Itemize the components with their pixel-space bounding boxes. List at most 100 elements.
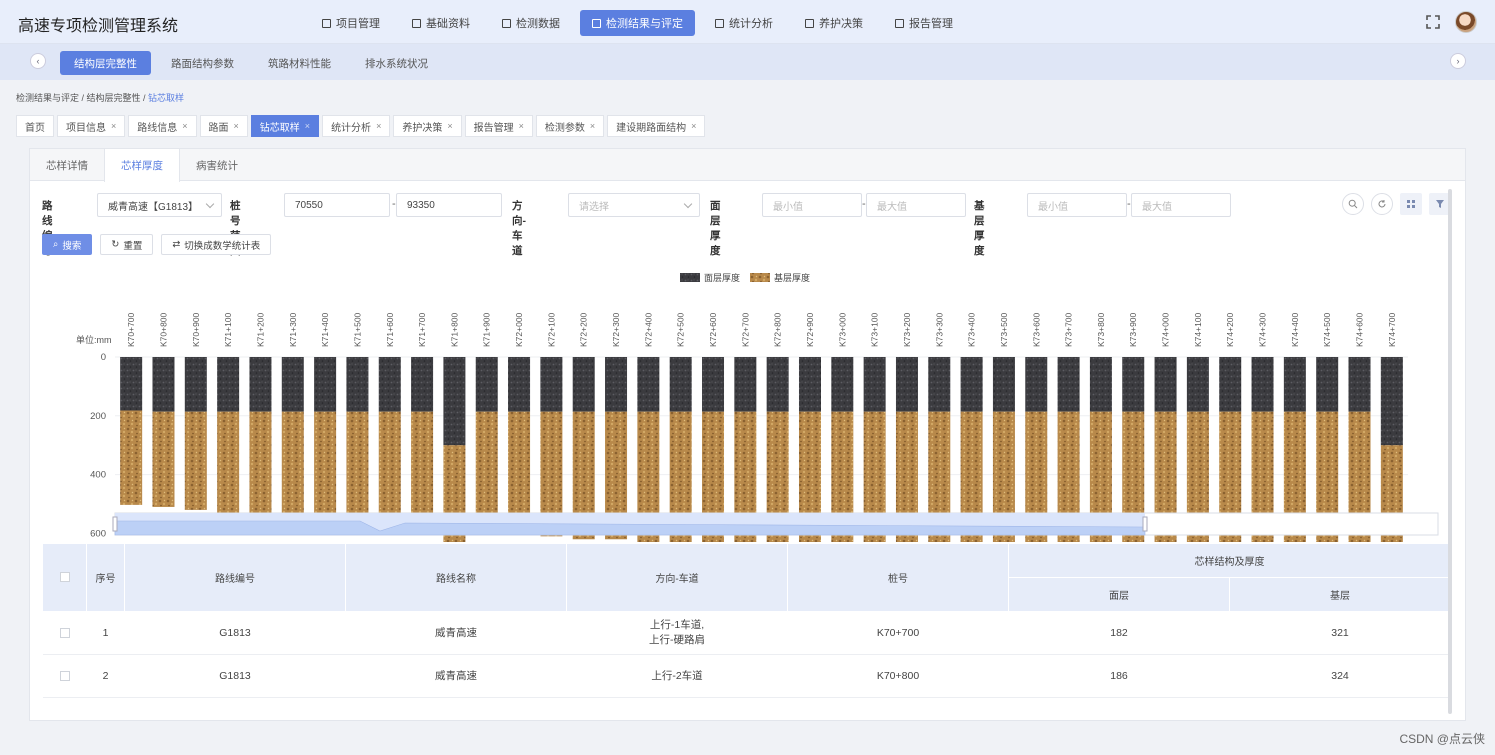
direction-line: 上行-1车道, bbox=[649, 619, 705, 631]
top-nav: 项目管理 基础资料 检测数据 检测结果与评定 统计分析 养护决策 报告管理 bbox=[310, 10, 965, 36]
app-title: 高速专项检测管理系统 bbox=[18, 18, 179, 35]
bar-surface bbox=[184, 357, 207, 412]
nav-item-3[interactable]: 检测结果与评定 bbox=[580, 10, 695, 36]
surface-max-input[interactable]: 最大值 bbox=[866, 193, 966, 217]
bar-base bbox=[184, 411, 207, 510]
action-buttons: ⌕ 搜索 ↻ 重置 ⇄ 切换成数学统计表 bbox=[42, 234, 272, 255]
bar-surface bbox=[217, 357, 240, 412]
x-tick-label: K72+300 bbox=[611, 312, 621, 347]
legend-label-base: 基层厚度 bbox=[774, 272, 810, 283]
module-tab-3[interactable]: 排水系统状况 bbox=[351, 51, 442, 75]
switch-stats-button[interactable]: ⇄ 切换成数学统计表 bbox=[161, 234, 272, 255]
bar-surface bbox=[1283, 357, 1306, 412]
scroll-right-icon[interactable]: › bbox=[1450, 53, 1466, 69]
x-tick-label: K73+800 bbox=[1096, 312, 1106, 347]
col-no: 序号 bbox=[86, 543, 125, 612]
cell-stake: K70+800 bbox=[787, 654, 1009, 698]
row-checkbox[interactable] bbox=[59, 670, 70, 681]
close-icon[interactable]: × bbox=[447, 121, 452, 131]
nav-item-label: 检测结果与评定 bbox=[606, 18, 683, 30]
page-tab-4[interactable]: 钻芯取样 × bbox=[250, 115, 320, 137]
route-select[interactable]: 威青高速【G1813】 bbox=[97, 193, 222, 217]
nav-item-label: 项目管理 bbox=[336, 18, 380, 30]
inner-tab-1[interactable]: 芯样厚度 bbox=[104, 149, 180, 182]
nav-item-6[interactable]: 报告管理 bbox=[883, 10, 965, 36]
close-icon[interactable]: × bbox=[234, 121, 239, 131]
module-tab-2[interactable]: 筑路材料性能 bbox=[254, 51, 345, 75]
data-zoom-handle-left[interactable] bbox=[112, 516, 118, 532]
page-tab-8[interactable]: 检测参数 × bbox=[535, 115, 605, 137]
surface-min-input[interactable]: 最小值 bbox=[762, 193, 862, 217]
page-tab-label: 项目信息 bbox=[66, 122, 106, 134]
avatar[interactable] bbox=[1455, 11, 1477, 33]
module-tab-1[interactable]: 路面结构参数 bbox=[157, 51, 248, 75]
search-button[interactable]: ⌕ 搜索 bbox=[42, 234, 93, 255]
fullscreen-icon[interactable] bbox=[1425, 14, 1441, 30]
bar-surface bbox=[281, 357, 304, 412]
search-icon[interactable] bbox=[1342, 193, 1364, 215]
nav-item-0[interactable]: 项目管理 bbox=[310, 10, 392, 36]
page-tab-0[interactable]: 首页 bbox=[16, 115, 54, 137]
base-max-input[interactable]: 最大值 bbox=[1131, 193, 1231, 217]
cell-route-name: 威青高速 bbox=[345, 654, 567, 698]
base-min-input[interactable]: 最小值 bbox=[1027, 193, 1127, 217]
data-zoom-handle-right[interactable] bbox=[1142, 516, 1148, 532]
nav-item-4[interactable]: 统计分析 bbox=[703, 10, 785, 36]
bar-surface bbox=[1380, 357, 1403, 446]
stake-from-input[interactable]: 70550 bbox=[284, 193, 390, 217]
direction-select[interactable]: 请选择 bbox=[568, 193, 700, 217]
page-tab-7[interactable]: 报告管理 × bbox=[464, 115, 533, 137]
close-icon[interactable]: × bbox=[111, 121, 116, 131]
page-tab-3[interactable]: 路面 × bbox=[199, 115, 248, 137]
page-tab-5[interactable]: 统计分析 × bbox=[322, 115, 391, 137]
close-icon[interactable]: × bbox=[590, 121, 595, 131]
breadcrumb-current: 钻芯取样 bbox=[148, 93, 185, 103]
bar-surface bbox=[766, 357, 789, 412]
bar-surface bbox=[443, 357, 466, 446]
stake-to-input[interactable]: 93350 bbox=[396, 193, 502, 217]
direction-label: 方向-车道 bbox=[512, 200, 526, 257]
nav-item-1[interactable]: 基础资料 bbox=[400, 10, 482, 36]
page-tab-label: 养护决策 bbox=[402, 122, 443, 134]
reset-button[interactable]: ↻ 重置 bbox=[100, 234, 154, 255]
core-thickness-chart: 面层厚度基层厚度单位:mm02004006008001000K70+700K70… bbox=[30, 267, 1450, 542]
x-tick-label: K74+300 bbox=[1258, 312, 1268, 347]
nav-item-2[interactable]: 检测数据 bbox=[490, 10, 572, 36]
nav-item-5[interactable]: 养护决策 bbox=[793, 10, 875, 36]
bar-surface bbox=[605, 357, 628, 412]
page-tab-2[interactable]: 路线信息 × bbox=[128, 115, 197, 137]
scroll-left-icon[interactable]: ‹ bbox=[30, 53, 46, 69]
table-row[interactable]: 1 G1813 威青高速 上行-1车道, 上行-硬路肩 K70+700 182 321 bbox=[42, 611, 1451, 655]
breadcrumb-path[interactable]: 检测结果与评定 / 结构层完整性 / bbox=[16, 93, 148, 103]
bar-base bbox=[281, 411, 304, 516]
grid-icon[interactable] bbox=[1400, 193, 1422, 215]
bar-surface bbox=[831, 357, 854, 412]
bar-surface bbox=[411, 357, 434, 412]
module-tab-0[interactable]: 结构层完整性 bbox=[60, 51, 151, 75]
close-icon[interactable]: × bbox=[691, 121, 696, 131]
vertical-scrollbar[interactable] bbox=[1448, 189, 1452, 714]
page-tab-1[interactable]: 项目信息 × bbox=[57, 115, 126, 137]
bar-surface bbox=[1186, 357, 1209, 412]
close-icon[interactable]: × bbox=[182, 121, 187, 131]
close-icon[interactable]: × bbox=[376, 121, 381, 131]
select-all-checkbox[interactable] bbox=[59, 572, 70, 583]
table-row[interactable]: 2 G1813 威青高速 上行-2车道 K70+800 186 324 bbox=[42, 654, 1451, 698]
refresh-icon[interactable] bbox=[1371, 193, 1393, 215]
col-base: 基层 bbox=[1229, 577, 1451, 612]
inner-tab-2[interactable]: 病害统计 bbox=[180, 149, 254, 181]
col-stake: 桩号 bbox=[787, 543, 1009, 612]
y-tick-label: 0 bbox=[101, 352, 106, 363]
inner-tab-0[interactable]: 芯样详情 bbox=[30, 149, 104, 181]
close-icon[interactable]: × bbox=[519, 121, 524, 131]
close-icon[interactable]: × bbox=[305, 121, 310, 131]
bar-surface bbox=[1154, 357, 1177, 412]
page-tab-6[interactable]: 养护决策 × bbox=[393, 115, 462, 137]
nav-item-label: 统计分析 bbox=[729, 18, 773, 30]
page-tab-9[interactable]: 建设期路面结构 × bbox=[607, 115, 706, 137]
x-tick-label: K74+700 bbox=[1387, 312, 1397, 347]
app-header: 高速专项检测管理系统 项目管理 基础资料 检测数据 检测结果与评定 统计分析 养护决策 报告… bbox=[0, 0, 1495, 44]
bar-surface bbox=[378, 357, 401, 412]
row-checkbox[interactable] bbox=[59, 627, 70, 638]
x-tick-label: K72+800 bbox=[773, 312, 783, 347]
